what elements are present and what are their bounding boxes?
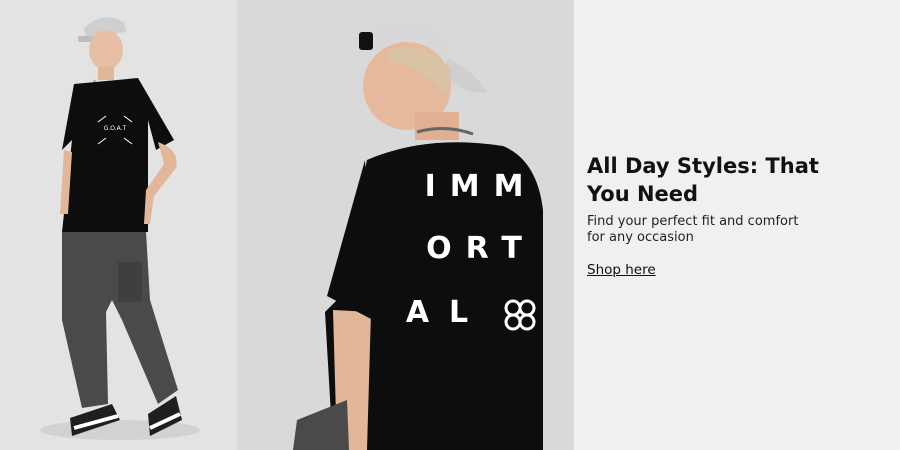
tee-back-print-row3: AL — [406, 295, 488, 330]
tee-back-print-row2: ORT — [426, 231, 536, 266]
shop-here-link[interactable]: Shop here — [587, 262, 656, 278]
promo-subtitle-line2: for any occasion — [587, 230, 694, 245]
model-full-body-illustration: G.O.A.T — [0, 0, 237, 450]
tee-back-print-row1: IMM — [425, 169, 538, 204]
promo-subtitle: Find your perfect fit and comfort for an… — [587, 214, 887, 246]
promo-title-line2: You Need — [587, 182, 699, 206]
tee-print-goat: G.O.A.T — [104, 125, 127, 132]
model-photo-full-body: G.O.A.T — [0, 0, 237, 450]
promo-title: All Day Styles: That You Need — [587, 152, 887, 208]
promo-title-line1: All Day Styles: That — [587, 154, 819, 178]
promo-text-panel: All Day Styles: That You Need Find your … — [574, 0, 900, 450]
promo-subtitle-line1: Find your perfect fit and comfort — [587, 214, 799, 229]
promo-banner: G.O.A.T IMM ORT AL All Day Styles: That … — [0, 0, 900, 450]
model-photo-back-view: IMM ORT AL — [237, 0, 574, 450]
model-back-view-illustration: IMM ORT AL — [237, 0, 574, 450]
